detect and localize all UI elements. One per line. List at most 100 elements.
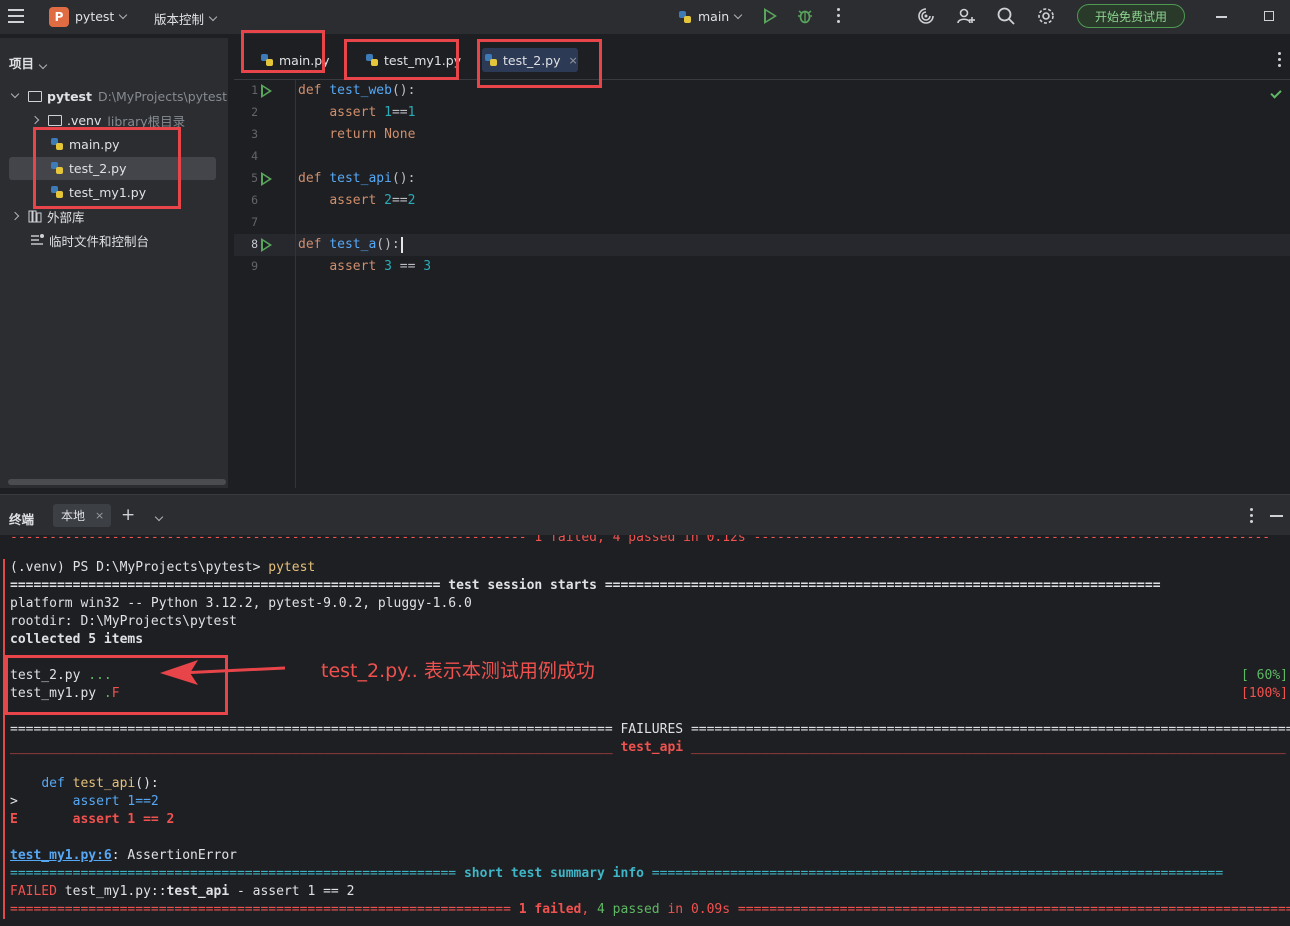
annotation-note: test_2.py.. 表示本测试用例成功 <box>321 660 595 682</box>
terminal-tab-local[interactable]: 本地 × <box>53 504 111 527</box>
library-icon <box>28 210 42 223</box>
venv-name: .venv <box>67 112 102 128</box>
run-test-gutter-icon[interactable] <box>261 172 272 186</box>
start-free-trial-button[interactable]: 开始免费试用 <box>1077 4 1185 28</box>
line-number: 5 <box>251 171 258 185</box>
python-icon <box>679 10 691 23</box>
terminal-line-platform: platform win32 -- Python 3.12.2, pytest-… <box>10 596 472 611</box>
chevron-down-icon <box>208 12 218 22</box>
vcs-menu[interactable]: 版本控制 <box>154 9 218 28</box>
root-folder-path: D:\MyProjects\pytest <box>97 88 228 104</box>
line-number: 4 <box>251 149 258 163</box>
terminal-output[interactable]: ----------------------------------------… <box>0 535 1290 926</box>
code-line-2[interactable]: assert 1==1 <box>298 102 415 124</box>
tree-item-scratches[interactable]: 临时文件和控制台 <box>30 229 149 251</box>
terminal-line-test-api-header: ________________________________________… <box>10 740 1286 755</box>
terminal-line-final-summary: ========================================… <box>10 902 1290 917</box>
annotation-box-main-tab <box>241 30 325 73</box>
title-bar: P pytest 版本控制 main 开始免费试用 <box>0 0 1290 34</box>
scratches-label: 临时文件和控制台 <box>49 233 150 249</box>
folder-icon <box>28 90 42 102</box>
terminal-header: 终端 本地 × + <box>0 495 1290 535</box>
chevron-down-icon <box>38 60 48 70</box>
tab-actions-icon[interactable] <box>1278 52 1282 68</box>
settings-gear-icon[interactable] <box>1036 6 1056 26</box>
run-test-gutter-icon[interactable] <box>261 238 272 252</box>
run-icon[interactable] <box>764 8 777 24</box>
tree-root-pytest[interactable]: pytest D:\MyProjects\pytest <box>10 85 228 107</box>
ai-assistant-icon[interactable] <box>916 6 936 26</box>
terminal-line-rootdir: rootdir: D:\MyProjects\pytest <box>10 614 237 629</box>
error-marker-bar <box>3 559 5 919</box>
close-tab-icon[interactable]: × <box>95 509 104 522</box>
window-minimize-icon[interactable] <box>1216 16 1227 18</box>
project-badge[interactable]: P <box>49 7 69 27</box>
main-menu-icon[interactable] <box>8 9 24 23</box>
progress-percent: [100%] <box>1241 686 1288 701</box>
chevron-down-icon[interactable] <box>10 89 20 99</box>
terminal-tab-label: 本地 <box>61 509 86 523</box>
annotation-box-test-2-tab <box>477 39 602 88</box>
code-line-8[interactable]: def test_a(): <box>298 234 403 256</box>
terminal-line-failures: ========================================… <box>10 722 1290 737</box>
annotation-box-file-tree <box>33 127 181 209</box>
annotation-arrow-icon <box>160 660 286 685</box>
code-line-1[interactable]: def test_web(): <box>298 80 415 102</box>
external-libs-label: 外部库 <box>47 209 85 225</box>
project-panel-title[interactable]: 项目 <box>9 53 48 72</box>
line-number: 7 <box>251 215 258 229</box>
terminal-title: 终端 <box>9 512 35 527</box>
folder-icon <box>48 114 62 126</box>
terminal-line-previous-summary: ----------------------------------------… <box>10 535 1271 545</box>
terminal-line-error: E assert 1 == 2 <box>10 812 175 827</box>
chevron-down-icon <box>733 10 743 20</box>
project-tool-window: 项目 pytest D:\MyProjects\pytest .venv lib… <box>0 38 228 488</box>
terminal-line-prompt: (.venv) PS D:\MyProjects\pytest> pytest <box>10 560 316 575</box>
line-number: 9 <box>251 259 258 273</box>
add-user-icon[interactable] <box>956 6 976 26</box>
line-number-current: 8 <box>251 237 258 251</box>
terminal-line-session-starts: ========================================… <box>10 578 1161 593</box>
chevron-right-icon[interactable] <box>10 211 20 221</box>
branch-name: main <box>698 9 730 24</box>
terminal-line-assert-source: > assert 1==2 <box>10 794 159 809</box>
line-number: 3 <box>251 127 258 141</box>
code-editor: main.py test_my1.py test_2.py × 1 2 3 4 … <box>234 38 1290 488</box>
text-caret <box>400 236 403 253</box>
project-selector[interactable]: pytest <box>75 9 128 24</box>
error-source-link[interactable]: test_my1.py:6 <box>10 848 112 863</box>
no-problems-check-icon[interactable] <box>1270 87 1282 99</box>
more-actions-icon[interactable] <box>837 8 841 24</box>
terminal-line-error-location: test_my1.py:6: AssertionError <box>10 848 237 863</box>
code-line-6[interactable]: assert 2==2 <box>298 190 415 212</box>
code-line-5[interactable]: def test_api(): <box>298 168 415 190</box>
horizontal-scrollbar[interactable] <box>8 479 226 485</box>
scratches-console-icon <box>31 234 44 245</box>
chevron-down-icon <box>154 512 164 522</box>
terminal-line-failed: FAILED test_my1.py::test_api - assert 1 … <box>10 884 355 899</box>
annotation-box-test-my1-tab <box>344 39 459 80</box>
terminal-line-summary-header: ========================================… <box>10 866 1224 881</box>
window-maximize-icon[interactable] <box>1264 11 1274 21</box>
branch-selector[interactable]: main <box>678 9 743 24</box>
vcs-menu-label: 版本控制 <box>154 12 205 27</box>
gutter-separator <box>295 80 296 488</box>
chevron-down-icon <box>119 10 128 20</box>
new-terminal-plus-icon[interactable]: + <box>121 505 135 525</box>
line-number: 2 <box>251 105 258 119</box>
code-line-9[interactable]: assert 3 == 3 <box>298 256 431 278</box>
line-number: 6 <box>251 193 258 207</box>
search-icon[interactable] <box>996 6 1016 26</box>
chevron-right-icon[interactable] <box>30 115 40 125</box>
run-test-gutter-icon[interactable] <box>261 84 272 98</box>
terminal-minimize-icon[interactable] <box>1270 515 1283 517</box>
progress-percent: [ 60%] <box>1241 668 1288 683</box>
terminal-dropdown[interactable] <box>150 509 164 523</box>
root-folder-name: pytest <box>47 88 92 104</box>
debug-icon[interactable] <box>796 7 814 25</box>
code-line-3[interactable]: return None <box>298 124 415 146</box>
line-number: 1 <box>251 83 258 97</box>
project-name: pytest <box>75 9 115 24</box>
terminal-line-collected: collected 5 items <box>10 632 144 647</box>
terminal-more-icon[interactable] <box>1250 508 1254 524</box>
